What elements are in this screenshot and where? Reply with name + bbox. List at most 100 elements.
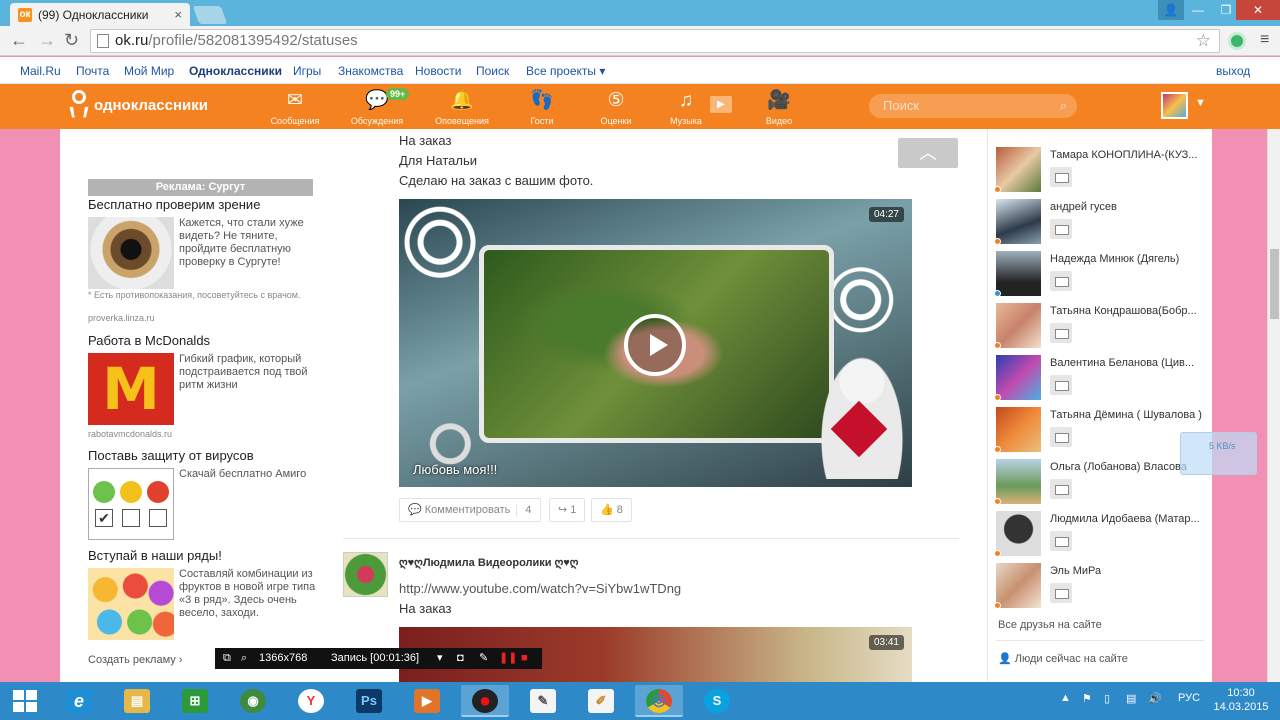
taskbar-app[interactable]: ▶	[403, 685, 451, 717]
like-button[interactable]: 👍 8	[591, 498, 632, 522]
taskbar-app[interactable]: ▤	[113, 685, 161, 717]
taskbar-app[interactable]: e	[55, 685, 103, 717]
taskbar-app[interactable]: ✐	[577, 685, 625, 717]
scroll-to-top-button[interactable]: ︿	[898, 138, 958, 168]
link-mailru[interactable]: Mail.Ru	[20, 64, 61, 78]
friend-name[interactable]: Людмила Идобаева (Матар...	[1050, 513, 1212, 525]
friend-name[interactable]: Надежда Минюк (Дягель)	[1050, 253, 1212, 265]
avatar[interactable]	[996, 355, 1041, 400]
author-avatar[interactable]	[343, 552, 388, 597]
tray-expand-icon[interactable]: ▲	[1060, 692, 1071, 704]
link-moy-mir[interactable]: Мой Мир	[124, 64, 174, 78]
ad-title[interactable]: Работа в McDonalds	[88, 333, 210, 348]
window-close-button[interactable]: ✕	[1236, 0, 1280, 20]
page-scrollbar[interactable]	[1267, 129, 1280, 682]
friend-name[interactable]: Тамара КОНОПЛИНА-(КУЗ...	[1050, 149, 1212, 161]
mcdonalds-logo-icon[interactable]: M	[88, 353, 174, 425]
fruit-game-ad-image[interactable]	[88, 568, 174, 640]
tab-close-icon[interactable]: ×	[174, 7, 182, 22]
camera-icon[interactable]: ◘	[457, 648, 464, 669]
avatar[interactable]	[996, 459, 1041, 504]
ad-text[interactable]: Кажется, что стали хуже видеть? Не тянит…	[179, 217, 319, 269]
address-bar[interactable]: ok.ru/profile/582081395492/statuses ☆	[90, 29, 1220, 53]
ad-domain[interactable]: rabotavmcdonalds.ru	[88, 429, 172, 439]
chevron-down-icon[interactable]: ▼	[1195, 97, 1206, 109]
comment-button[interactable]: 💬 Комментировать 4	[399, 498, 541, 522]
extension-icon[interactable]	[1228, 32, 1246, 50]
avatar[interactable]	[996, 199, 1041, 244]
friend-name[interactable]: Татьяна Дёмина ( Шувалова )	[1050, 409, 1212, 421]
message-envelope-icon[interactable]	[1050, 167, 1072, 187]
search-icon[interactable]: ⌕	[1060, 94, 1067, 118]
music-play-icon[interactable]: ▶	[710, 96, 732, 113]
post-link[interactable]: http://www.youtube.com/watch?v=SiYbw1wTD…	[399, 581, 681, 596]
new-tab-button[interactable]	[192, 6, 228, 24]
ok-logo[interactable]: одноклассники	[69, 90, 208, 120]
all-friends-link[interactable]: Все друзья на сайте	[998, 619, 1102, 631]
link-odnoklassniki[interactable]: Одноклассники	[189, 64, 282, 78]
create-ad-link[interactable]: Создать рекламу ›	[88, 654, 182, 666]
message-envelope-icon[interactable]	[1050, 479, 1072, 499]
volume-icon[interactable]: 🔊	[1148, 692, 1162, 705]
ad-domain[interactable]: proverka.linza.ru	[88, 313, 155, 323]
friend-name[interactable]: Эль МиРа	[1050, 565, 1212, 577]
avatar[interactable]	[996, 511, 1041, 556]
windows-start-icon[interactable]	[13, 690, 37, 712]
minimize-button[interactable]: —	[1184, 0, 1212, 20]
amigo-ad-image[interactable]: ✔	[88, 468, 174, 540]
taskbar-app[interactable]: Y	[287, 685, 335, 717]
message-envelope-icon[interactable]	[1050, 323, 1072, 343]
back-arrow-icon[interactable]: ←	[10, 30, 28, 51]
taskbar-app[interactable]: ⊞	[171, 685, 219, 717]
language-indicator[interactable]: РУС	[1178, 692, 1200, 704]
taskbar-app[interactable]: ◎	[635, 685, 683, 717]
chrome-menu-icon[interactable]: ≡	[1260, 31, 1269, 49]
chevron-down-icon[interactable]: ▾	[437, 648, 443, 669]
link-novosti[interactable]: Новости	[415, 64, 461, 78]
friend-name[interactable]: андрей гусев	[1050, 201, 1212, 213]
nav-discussions[interactable]: 💬 99+ Обсуждения	[342, 88, 412, 126]
forward-arrow-icon[interactable]: →	[38, 30, 56, 51]
power-icon[interactable]: ▯	[1104, 692, 1110, 705]
nav-ratings[interactable]: ⑤ Оценки	[581, 90, 651, 126]
friend-item[interactable]: Надежда Минюк (Дягель)	[994, 251, 1212, 299]
avatar[interactable]	[996, 147, 1041, 192]
ad-title[interactable]: Вступай в наши ряды!	[88, 548, 222, 563]
pen-icon[interactable]: ✎	[479, 648, 488, 669]
people-online-link[interactable]: 👤 Люди сейчас на сайте	[998, 652, 1128, 665]
logout-link[interactable]: выход	[1216, 64, 1250, 78]
user-profile-icon[interactable]: 👤	[1158, 0, 1184, 20]
nav-notifications[interactable]: 🔔 Оповещения	[427, 90, 497, 126]
friend-name[interactable]: Татьяна Кондрашова(Бобр...	[1050, 305, 1212, 317]
taskbar-app[interactable]: S	[693, 685, 741, 717]
taskbar-app[interactable]: ◉	[229, 685, 277, 717]
nav-guests[interactable]: 👣 Гости	[507, 90, 577, 126]
avatar[interactable]	[996, 407, 1041, 452]
friend-item[interactable]: Валентина Беланова (Цив...	[994, 355, 1212, 403]
taskbar-app[interactable]: ●	[461, 685, 509, 717]
pause-icon[interactable]: ❚❚	[499, 648, 517, 669]
message-envelope-icon[interactable]	[1050, 375, 1072, 395]
bookmark-star-icon[interactable]: ☆	[1196, 30, 1211, 52]
nav-messages[interactable]: ✉ Сообщения	[260, 90, 330, 126]
message-envelope-icon[interactable]	[1050, 427, 1072, 447]
share-button[interactable]: ↪ 1	[549, 498, 586, 522]
link-all-projects[interactable]: Все проекты ▾	[526, 64, 605, 78]
video-player[interactable]: 04:27 Любовь моя!!!	[399, 199, 912, 487]
taskbar-app[interactable]: Ps	[345, 685, 393, 717]
ad-title[interactable]: Бесплатно проверим зрение	[88, 197, 260, 212]
zoom-icon[interactable]: ⌕	[241, 648, 247, 669]
message-envelope-icon[interactable]	[1050, 271, 1072, 291]
friend-name[interactable]: Валентина Беланова (Цив...	[1050, 357, 1212, 369]
friend-item[interactable]: Людмила Идобаева (Матар...	[994, 511, 1212, 559]
ad-text[interactable]: Гибкий график, который подстраивается по…	[179, 353, 319, 392]
link-igry[interactable]: Игры	[293, 64, 321, 78]
post-author[interactable]: ღ♥ღЛюдмила Видеоролики ღ♥ღ	[399, 556, 578, 569]
avatar[interactable]	[996, 303, 1041, 348]
ad-title[interactable]: Поставь защиту от вирусов	[88, 448, 254, 463]
action-center-flag-icon[interactable]: ⚑	[1082, 692, 1092, 705]
nav-video[interactable]: 🎥 Видео	[744, 90, 814, 126]
avatar[interactable]	[996, 563, 1041, 608]
clock[interactable]: 10:30 14.03.2015	[1212, 686, 1270, 714]
fullscreen-icon[interactable]: ⧉	[223, 648, 231, 669]
